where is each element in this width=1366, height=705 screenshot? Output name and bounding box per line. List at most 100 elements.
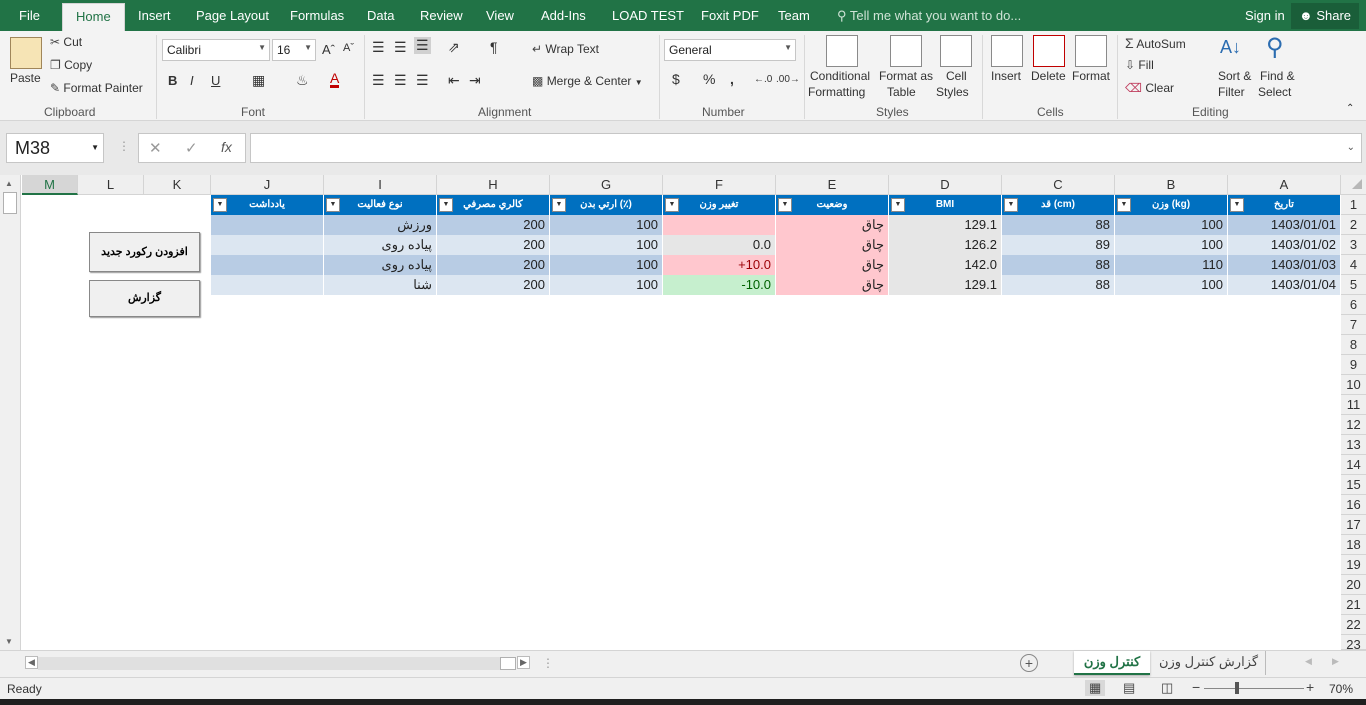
table-cell-bmi[interactable]: 126.2 — [889, 235, 1002, 255]
table-header-e[interactable]: ▼ وضعيت — [776, 195, 889, 215]
page-break-view-icon[interactable]: ◫ — [1161, 680, 1173, 696]
tab-file[interactable]: File — [19, 8, 40, 23]
table-cell-weight-change[interactable]: 0.0 — [663, 235, 776, 255]
table-cell-height[interactable]: 88 — [1002, 215, 1115, 235]
scroll-right-icon[interactable]: ▶ — [517, 656, 530, 669]
align-bottom-icon[interactable]: ☰ — [414, 37, 431, 54]
table-cell-note[interactable] — [211, 235, 324, 255]
percent-button[interactable]: % — [703, 71, 715, 87]
table-cell-weight[interactable]: 100 — [1115, 235, 1228, 255]
table-cell-weight[interactable]: 100 — [1115, 215, 1228, 235]
zoom-slider-track[interactable] — [1204, 688, 1304, 689]
clear-button[interactable]: ⌫ Clear — [1125, 81, 1174, 95]
tab-data[interactable]: Data — [367, 8, 394, 23]
row-header[interactable]: 15 — [1341, 475, 1366, 495]
table-cell-height[interactable]: 88 — [1002, 275, 1115, 295]
table-header-a[interactable]: ▼ تاريخ — [1228, 195, 1341, 215]
table-cell-date[interactable]: 1403/01/01 — [1228, 215, 1341, 235]
table-header-j[interactable]: ▼ يادداشت — [211, 195, 324, 215]
shrink-font-icon[interactable]: Aˇ — [343, 42, 354, 54]
table-cell-status[interactable]: چاق — [776, 275, 889, 295]
column-header-g[interactable]: G — [550, 175, 663, 195]
tab-home[interactable]: Home — [62, 3, 125, 31]
zoom-out-icon[interactable]: − — [1192, 679, 1200, 695]
table-cell-status[interactable]: چاق — [776, 215, 889, 235]
table-cell-weight-change[interactable]: -10.0 — [663, 275, 776, 295]
table-header-b[interactable]: ▼ وزن (kg) — [1115, 195, 1228, 215]
table-cell-weight-change[interactable] — [663, 215, 776, 235]
table-cell-note[interactable] — [211, 215, 324, 235]
row-header[interactable]: 8 — [1341, 335, 1366, 355]
decrease-indent-icon[interactable]: ⇤ — [448, 72, 460, 89]
column-header-d[interactable]: D — [889, 175, 1002, 195]
tab-insert[interactable]: Insert — [138, 8, 171, 23]
tab-team[interactable]: Team — [778, 8, 810, 23]
table-cell-energy[interactable]: 100 — [550, 215, 663, 235]
column-header-j[interactable]: J — [211, 175, 324, 195]
column-header-c[interactable]: C — [1002, 175, 1115, 195]
column-header-k[interactable]: K — [144, 175, 211, 195]
page-layout-view-icon[interactable]: ▤ — [1123, 680, 1135, 696]
paste-button[interactable]: Paste — [10, 71, 41, 85]
sign-in-link[interactable]: Sign in — [1245, 8, 1285, 23]
table-cell-height[interactable]: 89 — [1002, 235, 1115, 255]
underline-button[interactable]: U — [211, 73, 220, 88]
row-header[interactable]: 22 — [1341, 615, 1366, 635]
row-header[interactable]: 23 — [1341, 635, 1366, 652]
insert-function-button[interactable]: fx — [221, 139, 232, 155]
merge-center-button[interactable]: ▩ Merge & Center ▼ — [532, 74, 643, 88]
normal-view-icon[interactable]: ▦ — [1085, 680, 1106, 696]
row-header[interactable]: 21 — [1341, 595, 1366, 615]
table-cell-bmi[interactable]: 129.1 — [889, 275, 1002, 295]
table-cell-note[interactable] — [211, 275, 324, 295]
vertical-scrollbar[interactable]: ▲ ▼ — [0, 175, 21, 650]
table-cell-date[interactable]: 1403/01/04 — [1228, 275, 1341, 295]
select-all-corner[interactable] — [1341, 175, 1366, 195]
filter-dropdown-icon[interactable]: ▼ — [778, 198, 792, 212]
row-header[interactable]: 2 — [1341, 215, 1366, 235]
table-cell-activity[interactable]: پیاده روی — [324, 235, 437, 255]
sheet-nav-right-icon[interactable]: ▶ — [1332, 656, 1339, 667]
rtl-icon[interactable]: ¶ — [490, 39, 498, 55]
conditional-formatting-button[interactable]: Conditional — [810, 69, 870, 83]
italic-button[interactable]: I — [190, 73, 194, 88]
tab-load-test[interactable]: LOAD TEST — [612, 8, 684, 23]
horizontal-scrollbar[interactable] — [38, 657, 516, 670]
zoom-level[interactable]: 70% — [1329, 682, 1353, 696]
tab-split-grip[interactable]: ⋮ — [542, 656, 554, 670]
wrap-text-button[interactable]: ↵ Wrap Text — [532, 42, 599, 56]
autosum-button[interactable]: Σ AutoSum — [1125, 35, 1186, 51]
font-color-icon[interactable]: A — [330, 71, 340, 88]
tab-view[interactable]: View — [486, 8, 514, 23]
table-cell-bmi[interactable]: 129.1 — [889, 215, 1002, 235]
table-cell-energy[interactable]: 100 — [550, 275, 663, 295]
tab-foxit-pdf[interactable]: Foxit PDF — [701, 8, 759, 23]
sheet-tab-report[interactable]: گزارش كنترل وزن — [1152, 651, 1266, 675]
format-as-table-button[interactable]: Format as — [879, 69, 933, 83]
table-cell-activity[interactable]: شنا — [324, 275, 437, 295]
table-cell-activity[interactable]: پیاده روی — [324, 255, 437, 275]
cell-styles-button[interactable]: Cell — [946, 69, 967, 83]
decrease-decimal-icon[interactable]: .00→ — [776, 74, 800, 85]
row-header[interactable]: 4 — [1341, 255, 1366, 275]
filter-dropdown-icon[interactable]: ▼ — [326, 198, 340, 212]
table-cell-calories[interactable]: 200 — [437, 235, 550, 255]
name-box[interactable]: M38 ▼ — [6, 133, 104, 163]
align-right-icon[interactable]: ☰ — [416, 72, 429, 89]
table-cell-energy[interactable]: 100 — [550, 255, 663, 275]
row-header[interactable]: 3 — [1341, 235, 1366, 255]
fill-button[interactable]: ⇩ Fill — [1125, 58, 1154, 72]
table-cell-energy[interactable]: 100 — [550, 235, 663, 255]
align-top-icon[interactable]: ☰ — [372, 39, 385, 56]
align-middle-icon[interactable]: ☰ — [394, 39, 407, 56]
enter-check-icon[interactable]: ✓ — [185, 139, 198, 157]
sheet-tab-active[interactable]: كنترل وزن — [1074, 651, 1150, 675]
filter-dropdown-icon[interactable]: ▼ — [891, 198, 905, 212]
font-size-select[interactable]: 16 ▼ — [272, 39, 316, 61]
grow-font-icon[interactable]: Aˆ — [322, 42, 335, 57]
align-center-icon[interactable]: ☰ — [394, 72, 407, 89]
row-header[interactable]: 13 — [1341, 435, 1366, 455]
column-header-m[interactable]: M — [22, 175, 78, 195]
fill-color-icon[interactable]: ♨ — [296, 72, 309, 89]
table-cell-calories[interactable]: 200 — [437, 215, 550, 235]
